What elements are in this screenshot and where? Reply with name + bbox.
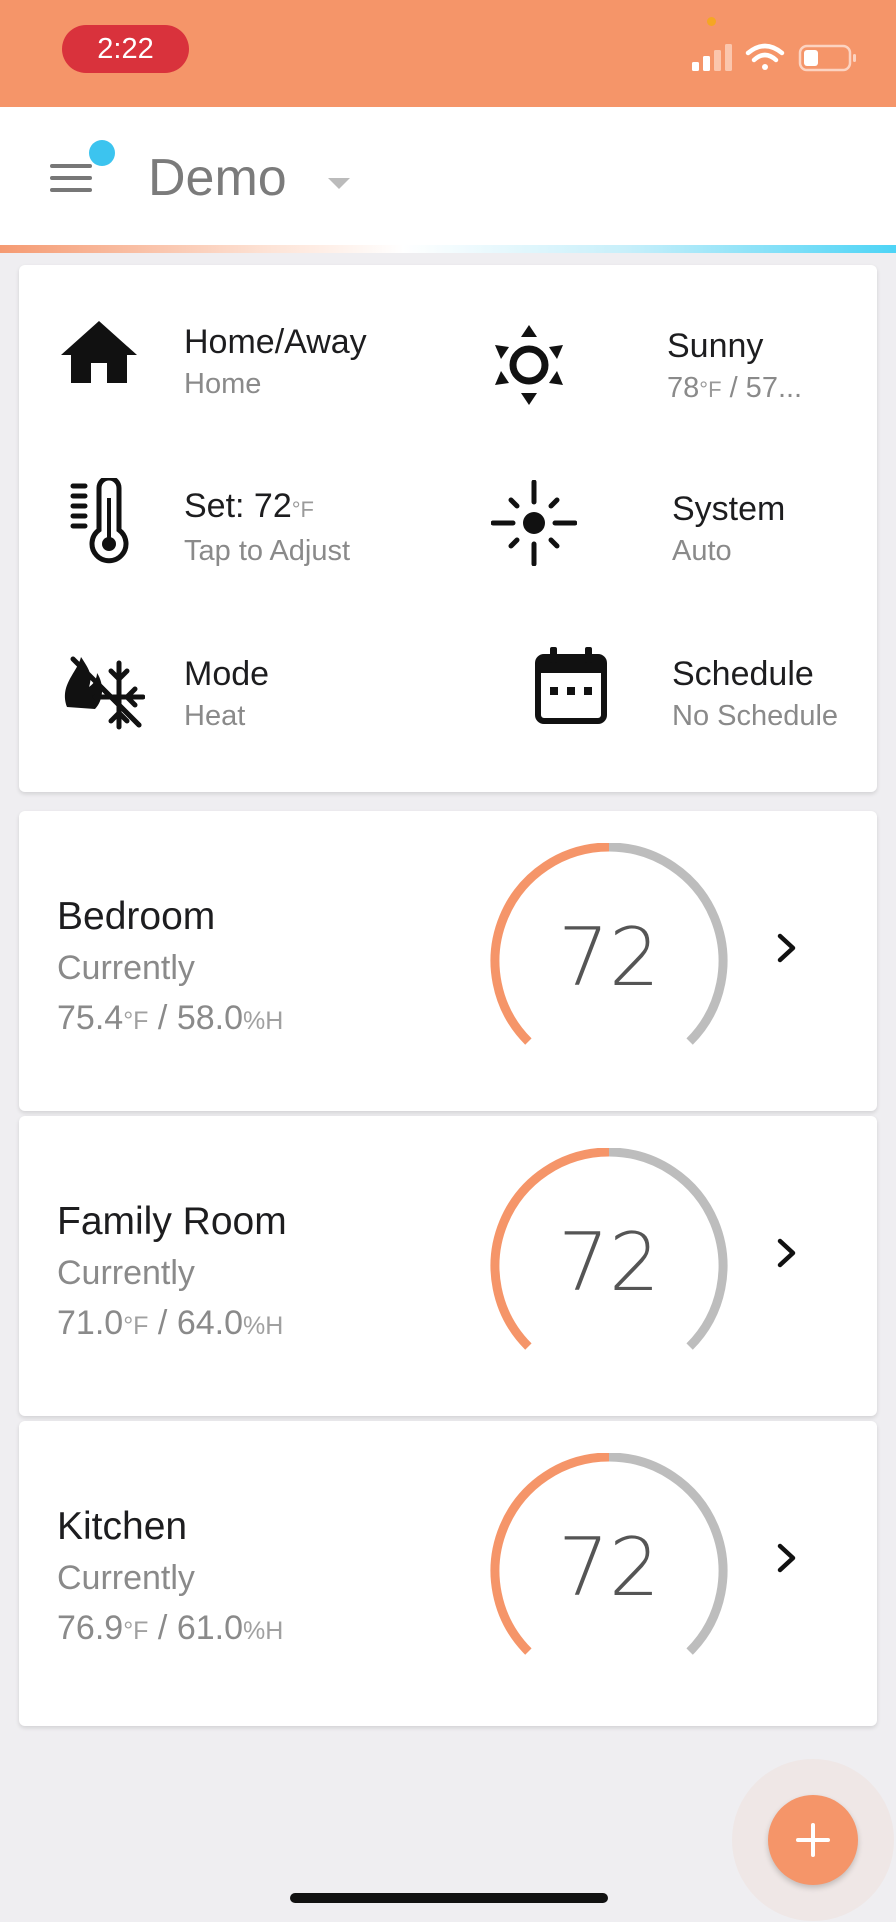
mode-title: Mode — [184, 655, 270, 693]
chevron-down-icon[interactable] — [328, 178, 350, 189]
zone-reading: 76.9°F / 61.0%H — [57, 1609, 284, 1647]
status-time: 2:22 — [62, 25, 189, 73]
setpoint-tile[interactable]: Set: 72°F Tap to Adjust — [19, 430, 448, 595]
house-icon — [61, 321, 137, 383]
zone-reading: 71.0°F / 64.0%H — [57, 1304, 284, 1342]
weather-tile[interactable]: Sunny 78°F / 57... — [448, 265, 877, 430]
zone-reading: 75.4°F / 58.0%H — [57, 999, 284, 1037]
zone-name: Bedroom — [57, 895, 216, 938]
setpoint-title: Set: 72°F — [184, 487, 314, 525]
setpoint-value: 72 — [558, 911, 660, 1004]
status-bar: 2:22 — [0, 0, 896, 107]
system-value: Auto — [672, 535, 732, 567]
menu-button[interactable] — [50, 164, 96, 198]
schedule-value: No Schedule — [672, 700, 839, 732]
calendar-icon — [535, 647, 607, 724]
setpoint-value: 72 — [558, 1521, 660, 1614]
quick-settings-card: Home/Away Home Sunny 78°F / 57... Set: 7… — [19, 265, 877, 792]
sun-icon — [495, 325, 563, 405]
chevron-right-icon[interactable] — [775, 1236, 799, 1270]
setpoint-value: 72 — [558, 1216, 660, 1309]
schedule-tile[interactable]: Schedule No Schedule — [448, 595, 877, 792]
system-title: System — [672, 490, 786, 528]
heat-cool-icon — [64, 656, 145, 730]
header-gradient-divider — [0, 245, 896, 253]
location-title[interactable]: Demo — [148, 148, 287, 208]
home-away-tile[interactable]: Home/Away Home — [19, 265, 448, 430]
system-sun-icon — [491, 480, 577, 566]
zone-current-label: Currently — [57, 1254, 195, 1292]
add-button[interactable] — [768, 1795, 858, 1885]
wifi-icon — [745, 43, 785, 70]
system-tile[interactable]: System Auto — [448, 430, 877, 595]
home-away-value: Home — [184, 368, 262, 400]
zone-name: Family Room — [57, 1200, 287, 1243]
status-icons — [692, 40, 862, 81]
app-header — [0, 107, 896, 245]
mode-value: Heat — [184, 700, 246, 732]
weather-title: Sunny — [667, 327, 764, 365]
privacy-indicator — [707, 17, 716, 26]
zone-card-family-room[interactable]: Family Room Currently 71.0°F / 64.0%H 72 — [19, 1116, 877, 1416]
schedule-title: Schedule — [672, 655, 814, 693]
plus-icon — [796, 1823, 830, 1857]
home-indicator — [290, 1893, 608, 1903]
zone-name: Kitchen — [57, 1505, 188, 1548]
chevron-right-icon[interactable] — [775, 931, 799, 965]
chevron-right-icon[interactable] — [775, 1541, 799, 1575]
zone-current-label: Currently — [57, 949, 195, 987]
zone-current-label: Currently — [57, 1559, 195, 1597]
zone-card-bedroom[interactable]: Bedroom Currently 75.4°F / 58.0%H 72 — [19, 811, 877, 1111]
setpoint-hint: Tap to Adjust — [184, 535, 351, 567]
battery-icon — [798, 44, 856, 72]
zone-card-kitchen[interactable]: Kitchen Currently 76.9°F / 61.0%H 72 — [19, 1421, 877, 1726]
mode-tile[interactable]: Mode Heat — [19, 595, 448, 792]
home-away-title: Home/Away — [184, 323, 367, 361]
thermometer-icon — [70, 478, 129, 564]
signal-icon — [692, 44, 732, 71]
notification-dot — [89, 140, 115, 166]
weather-value: 78°F / 57... — [667, 372, 803, 404]
